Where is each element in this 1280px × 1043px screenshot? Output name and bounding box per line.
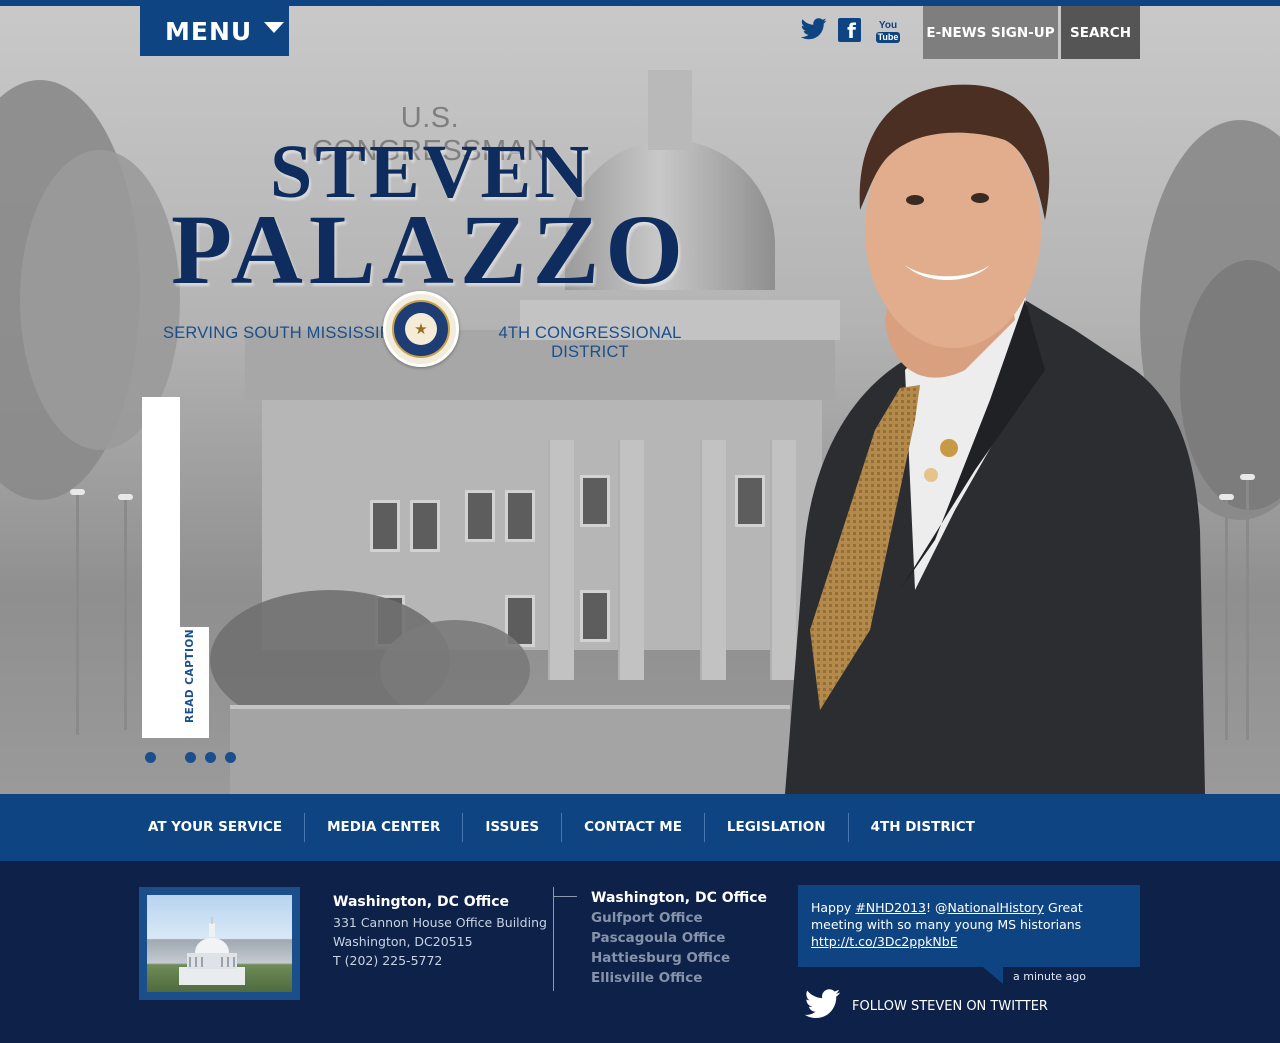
- office-link-ellisville[interactable]: Ellisville Office: [591, 970, 702, 986]
- enews-signup-button[interactable]: E-NEWS SIGN-UP: [923, 6, 1058, 59]
- office-list-divider: [553, 887, 554, 991]
- tweet-url-link[interactable]: http://t.co/3Dc2ppkNbE: [811, 934, 958, 949]
- office-title: Washington, DC Office: [333, 894, 510, 910]
- congress-seal-icon: ★: [383, 291, 459, 367]
- congressman-portrait: [785, 84, 1205, 794]
- slider-dot[interactable]: [225, 752, 236, 763]
- youtube-you-text: You: [878, 20, 898, 31]
- tweet-mention-link[interactable]: NationalHistory: [947, 900, 1044, 915]
- twitter-icon[interactable]: [800, 18, 827, 44]
- read-caption-tab[interactable]: [142, 627, 209, 738]
- office-phone: T (202) 225-5772: [333, 953, 443, 968]
- tweet-text: Happy #NHD2013! @NationalHistory Great m…: [811, 899, 1127, 950]
- footer: Washington, DC Office 331 Cannon House O…: [0, 861, 1280, 1043]
- nav-at-your-service[interactable]: AT YOUR SERVICE: [126, 813, 306, 842]
- menu-button[interactable]: MENU: [140, 6, 289, 56]
- tweet-text-mid: ! @: [925, 900, 948, 915]
- office-link-hattiesburg[interactable]: Hattiesburg Office: [591, 950, 730, 966]
- last-name: PALAZZO: [171, 194, 689, 305]
- nav-contact-me[interactable]: CONTACT ME: [562, 813, 705, 842]
- office-link-pascagoula[interactable]: Pascagoula Office: [591, 930, 725, 946]
- twitter-bird-icon[interactable]: [803, 989, 843, 1023]
- office-link-gulfport[interactable]: Gulfport Office: [591, 910, 703, 926]
- nav-4th-district[interactable]: 4TH DISTRICT: [849, 813, 997, 842]
- tweet-hashtag-link[interactable]: #NHD2013: [855, 900, 926, 915]
- youtube-tube-text: Tube: [876, 32, 900, 43]
- office-link-washington[interactable]: Washington, DC Office: [591, 890, 767, 906]
- tweet-pointer: [983, 967, 1003, 984]
- youtube-icon[interactable]: You Tube: [876, 20, 900, 43]
- office-list-pointer: [553, 896, 577, 897]
- menu-label: MENU: [165, 16, 253, 46]
- read-caption-label[interactable]: READ CAPTION: [184, 629, 196, 723]
- nav-issues[interactable]: ISSUES: [463, 813, 563, 842]
- capitol-photo: [147, 895, 292, 992]
- search-button[interactable]: SEARCH: [1061, 6, 1140, 59]
- office-photo-frame: [139, 887, 300, 1000]
- nav-media-center[interactable]: MEDIA CENTER: [305, 813, 464, 842]
- follow-on-twitter-link[interactable]: FOLLOW STEVEN ON TWITTER: [852, 999, 1048, 1014]
- serving-text-right: 4TH CONGRESSIONAL DISTRICT: [498, 324, 682, 361]
- office-address-line2: Washington, DC20515: [333, 934, 473, 949]
- slider-dot[interactable]: [205, 752, 216, 763]
- main-navigation: AT YOUR SERVICE MEDIA CENTER ISSUES CONT…: [0, 794, 1280, 861]
- latest-tweet: Happy #NHD2013! @NationalHistory Great m…: [798, 885, 1140, 967]
- nav-legislation[interactable]: LEGISLATION: [705, 813, 849, 842]
- hero-banner: MENU f You Tube E-NEWS SIGN-UP SEARCH U.…: [0, 0, 1280, 794]
- office-address-line1: 331 Cannon House Office Building: [333, 915, 547, 930]
- facebook-icon[interactable]: f: [838, 18, 861, 43]
- slider-dot[interactable]: [145, 752, 156, 763]
- caret-down-icon: [264, 21, 285, 33]
- tweet-timestamp: a minute ago: [1013, 970, 1086, 983]
- slider-dot[interactable]: [185, 752, 196, 763]
- tweet-text-start: Happy: [811, 900, 856, 915]
